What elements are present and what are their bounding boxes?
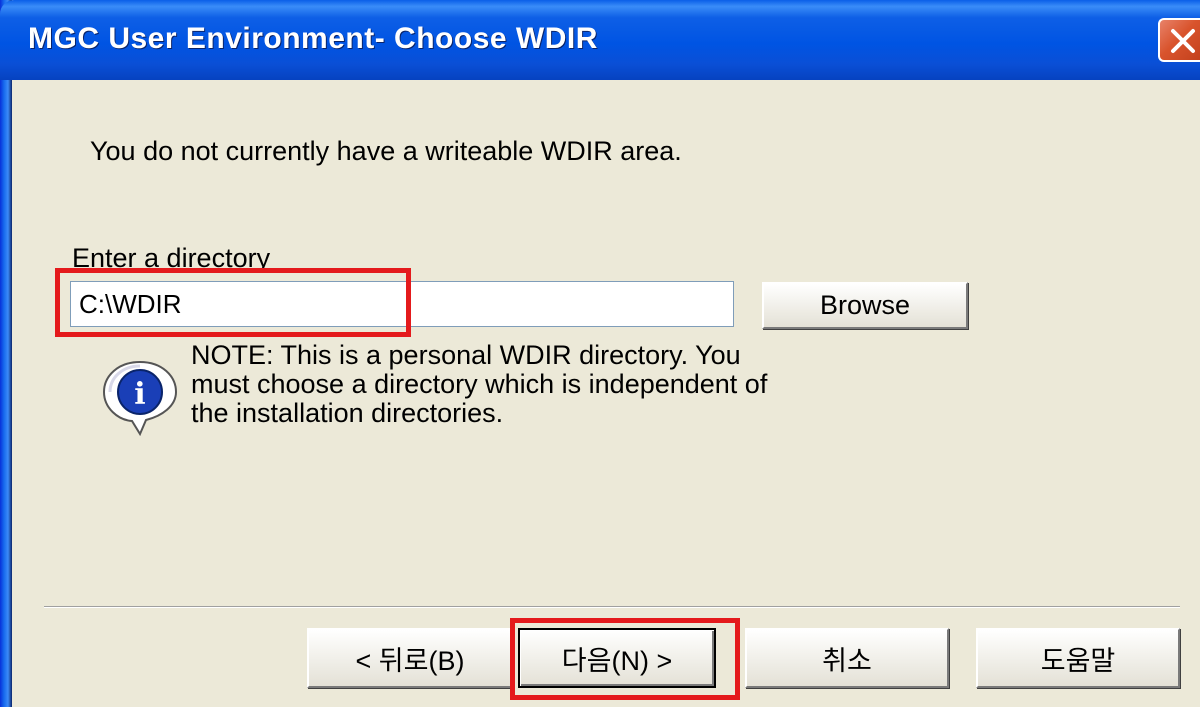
back-label: < 뒤로(B) (355, 645, 465, 676)
next-button[interactable]: 다음(N) > (518, 628, 716, 688)
close-icon (1171, 29, 1195, 53)
dialog-window: MGC User Environment- Choose WDIR You do… (0, 0, 1200, 707)
info-icon: i (100, 356, 180, 441)
close-button[interactable] (1158, 18, 1200, 62)
status-message: You do not currently have a writeable WD… (90, 136, 682, 166)
window-border (0, 0, 12, 707)
note-line: the installation directories. (191, 398, 504, 428)
browse-label: Browse (819, 290, 911, 320)
next-label: 다음(N) > (561, 645, 673, 676)
note-line: NOTE: This is a personal WDIR directory.… (191, 340, 741, 370)
cancel-label: 취소 (822, 645, 872, 676)
directory-input[interactable] (70, 281, 734, 327)
svg-text:i: i (134, 377, 145, 412)
back-button[interactable]: < 뒤로(B) (307, 628, 513, 688)
window-title: MGC User Environment- Choose WDIR (28, 22, 598, 55)
cancel-button[interactable]: 취소 (745, 628, 949, 688)
help-button[interactable]: 도움말 (976, 628, 1180, 688)
note-text: NOTE: This is a personal WDIR directory.… (191, 341, 891, 428)
title-bar[interactable]: MGC User Environment- Choose WDIR (0, 0, 1200, 80)
directory-label: Enter a directory (72, 243, 271, 273)
separator (44, 606, 1180, 608)
browse-button[interactable]: Browse (762, 282, 968, 329)
help-label: 도움말 (1040, 645, 1116, 676)
note-line: must choose a directory which is indepen… (191, 369, 768, 399)
